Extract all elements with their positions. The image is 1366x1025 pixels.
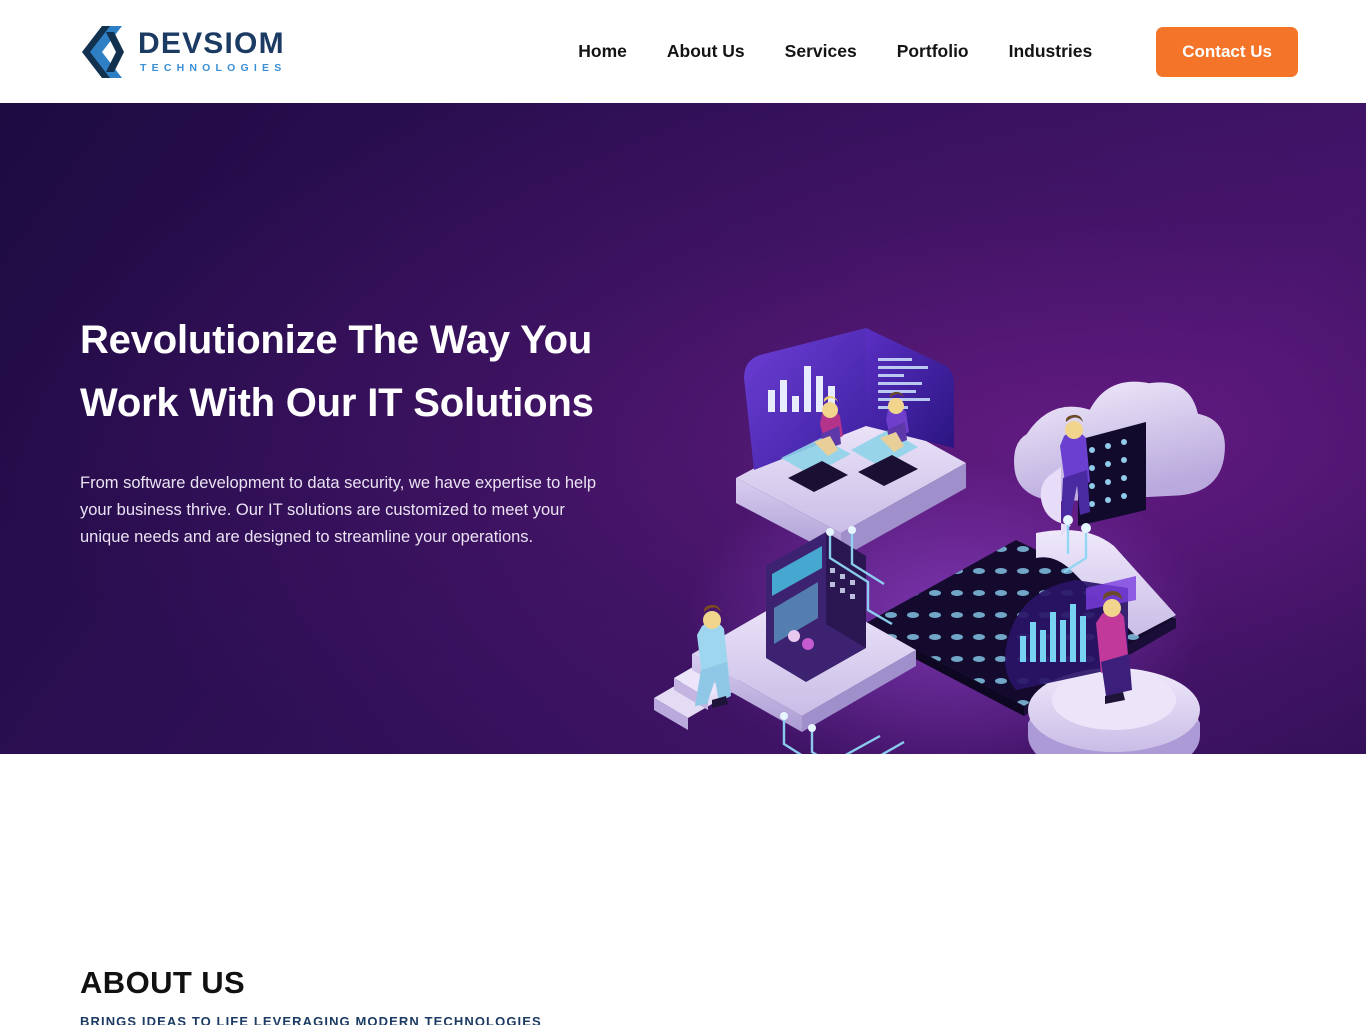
- about-heading-block: ABOUT US BRINGS IDEAS TO LIFE LEVERAGING…: [80, 965, 600, 1025]
- brand-name: DEVSIOM: [138, 27, 285, 61]
- brand-tagline: TECHNOLOGIES: [140, 62, 287, 75]
- hero-title: Revolutionize The Way You Work With Our …: [80, 318, 594, 425]
- site-header: DEVSIOM TECHNOLOGIES Home About Us Servi…: [0, 0, 1366, 103]
- isometric-it-infrastructure-illustration: [616, 318, 1236, 754]
- nav-item-portfolio[interactable]: Portfolio: [877, 41, 989, 62]
- hero-copy: Revolutionize The Way You Work With Our …: [80, 309, 610, 550]
- about-title: ABOUT US: [80, 965, 246, 1000]
- nav-item-services[interactable]: Services: [765, 41, 877, 62]
- nav-item-home[interactable]: Home: [578, 41, 647, 62]
- main-navigation: Home About Us Services Portfolio Industr…: [578, 26, 1298, 77]
- nav-item-about-us[interactable]: About Us: [647, 41, 765, 62]
- nav-item-industries[interactable]: Industries: [989, 41, 1113, 62]
- devsiom-chevron-logo-icon: [80, 24, 126, 80]
- brand-logo[interactable]: DEVSIOM TECHNOLOGIES: [80, 24, 286, 80]
- hero-section: Revolutionize The Way You Work With Our …: [0, 103, 1366, 754]
- hero-description: From software development to data securi…: [80, 474, 597, 546]
- about-section: ABOUT US BRINGS IDEAS TO LIFE LEVERAGING…: [0, 754, 1366, 1025]
- about-subtitle: BRINGS IDEAS TO LIFE LEVERAGING MODERN T…: [80, 1013, 542, 1025]
- contact-us-button[interactable]: Contact Us: [1156, 26, 1298, 77]
